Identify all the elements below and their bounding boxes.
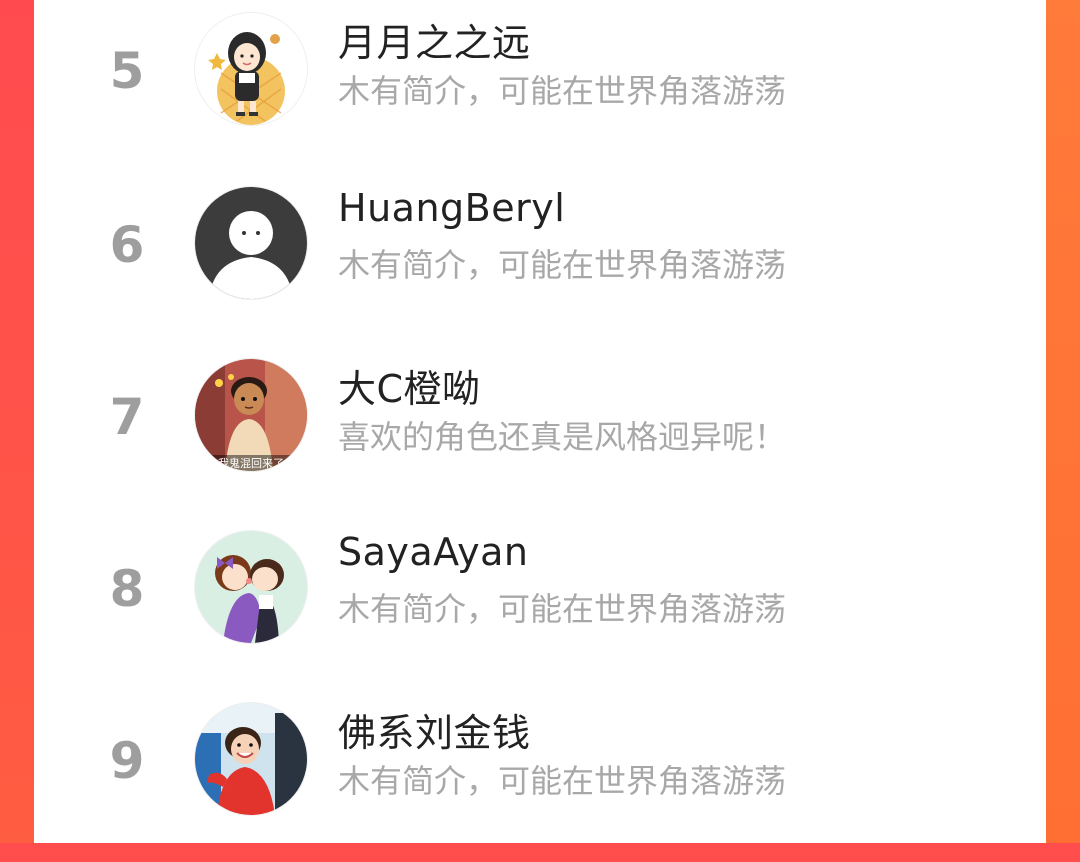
rank-number: 9 [109,732,145,790]
user-bio: 喜欢的角色还真是风格迥异呢！ [338,418,787,456]
avatar-caption: 我鬼混回来了 [218,456,284,470]
list-item[interactable]: 7 我鬼混回来了 大C橙呦 喜欢的角色还真是风格迥异呢！ [34,346,1046,518]
rank-number: 7 [109,388,145,446]
right-frame-border [1046,0,1080,843]
user-bio: 木有简介，可能在世界角落游荡 [338,762,787,800]
user-name[interactable]: HuangBeryl [338,186,565,230]
cartoon-prince-avatar-image: 我鬼混回来了 [195,359,307,471]
cartoon-couple-avatar-image [195,531,307,643]
user-name[interactable]: 大C橙呦 [338,358,481,413]
avatar[interactable] [194,12,308,126]
cartoon-girl-avatar-image [195,13,307,125]
user-bio: 木有简介，可能在世界角落游荡 [338,72,787,110]
avatar[interactable] [194,530,308,644]
left-frame-border [0,0,34,843]
list-item[interactable]: 8 SayaAyan 木有简介，可能在世界角落游荡 [34,518,1046,690]
list-item[interactable]: 9 佛系刘金钱 木有简介，可能在世界角落游荡 [34,690,1046,862]
default-user-avatar-image [195,187,307,299]
list-item[interactable]: 6 HuangBeryl 木有简介，可能在世界角落游荡 [34,174,1046,346]
rank-number: 6 [109,216,145,274]
user-bio: 木有简介，可能在世界角落游荡 [338,590,787,628]
user-name[interactable]: SayaAyan [338,530,528,574]
ranking-list: 5 月月之之远 木有简介，可能在世界角落游荡 6 HuangBeryl 木有简介… [34,0,1046,843]
user-name[interactable]: 佛系刘金钱 [338,702,531,757]
user-bio: 木有简介，可能在世界角落游荡 [338,246,787,284]
child-photo-avatar-image [195,703,307,815]
rank-number: 8 [109,560,145,618]
rank-number: 5 [109,42,145,100]
avatar[interactable]: 我鬼混回来了 [194,358,308,472]
avatar[interactable] [194,702,308,816]
avatar[interactable] [194,186,308,300]
user-name[interactable]: 月月之之远 [338,12,531,67]
list-item[interactable]: 5 月月之之远 木有简介，可能在世界角落游荡 [34,0,1046,172]
